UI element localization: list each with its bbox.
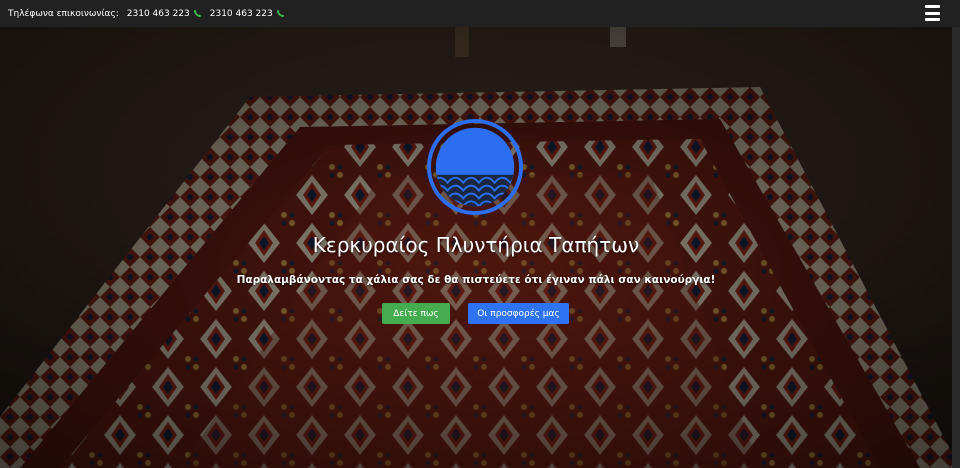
hero-subtitle: Παραλαμβάνοντας τα χάλια σας δε θα πιστε… <box>236 274 716 286</box>
contact-info: Τηλέφωνα επικοινωνίας: 2310 463 223 2310… <box>8 9 293 19</box>
phone-link-2[interactable]: 2310 463 223 <box>210 9 285 19</box>
menu-bar <box>925 18 940 21</box>
phone-number: 2310 463 223 <box>126 8 190 19</box>
page-title: Κερκυραίος Πλυντήρια Ταπήτων <box>312 233 640 257</box>
top-bar: Τηλέφωνα επικοινωνίας: 2310 463 223 2310… <box>0 0 960 27</box>
waves-logo-icon <box>426 118 524 216</box>
see-how-button[interactable]: Δείτε πως <box>382 303 450 324</box>
scrollbar[interactable] <box>952 27 960 468</box>
offers-button[interactable]: Οι προσφορές μας <box>468 303 569 324</box>
contact-label: Τηλέφωνα επικοινωνίας: <box>8 8 119 19</box>
menu-bar <box>925 11 940 15</box>
phone-icon <box>193 9 202 18</box>
phone-link-1[interactable]: 2310 463 223 <box>127 9 202 19</box>
phone-number: 2310 463 223 <box>209 8 273 19</box>
hero-content: Κερκυραίος Πλυντήρια Ταπήτων Παραλαμβάνο… <box>0 27 952 468</box>
phone-icon <box>276 9 285 18</box>
hamburger-menu-icon[interactable] <box>925 5 940 21</box>
menu-bar <box>925 5 940 8</box>
